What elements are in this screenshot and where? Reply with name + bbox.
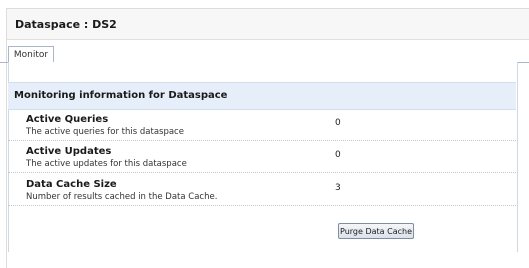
- metric-label: Active Queries: [26, 114, 109, 125]
- metric-description: The active updates for this dataspace: [26, 159, 187, 169]
- tab-monitor[interactable]: Monitor: [8, 46, 54, 63]
- metric-row-data-cache-size: Data Cache Size Number of results cached…: [8, 175, 516, 206]
- metric-value: 0: [335, 118, 341, 128]
- metric-row-active-queries: Active Queries The active queries for th…: [8, 110, 516, 141]
- metric-description: Number of results cached in the Data Cac…: [26, 192, 218, 202]
- page-title: Dataspace : DS2: [15, 18, 117, 31]
- section-header: Monitoring information for Dataspace: [8, 82, 516, 110]
- metric-value: 3: [335, 183, 341, 193]
- section-title: Monitoring information for Dataspace: [14, 90, 228, 101]
- metric-description: The active queries for this dataspace: [26, 127, 184, 137]
- metric-value: 0: [335, 150, 341, 160]
- metric-label: Data Cache Size: [26, 179, 117, 190]
- title-bar: Dataspace : DS2: [7, 9, 529, 40]
- purge-data-cache-button[interactable]: Purge Data Cache: [338, 223, 414, 239]
- metric-label: Active Updates: [26, 146, 112, 157]
- metric-row-active-updates: Active Updates The active updates for th…: [8, 142, 516, 173]
